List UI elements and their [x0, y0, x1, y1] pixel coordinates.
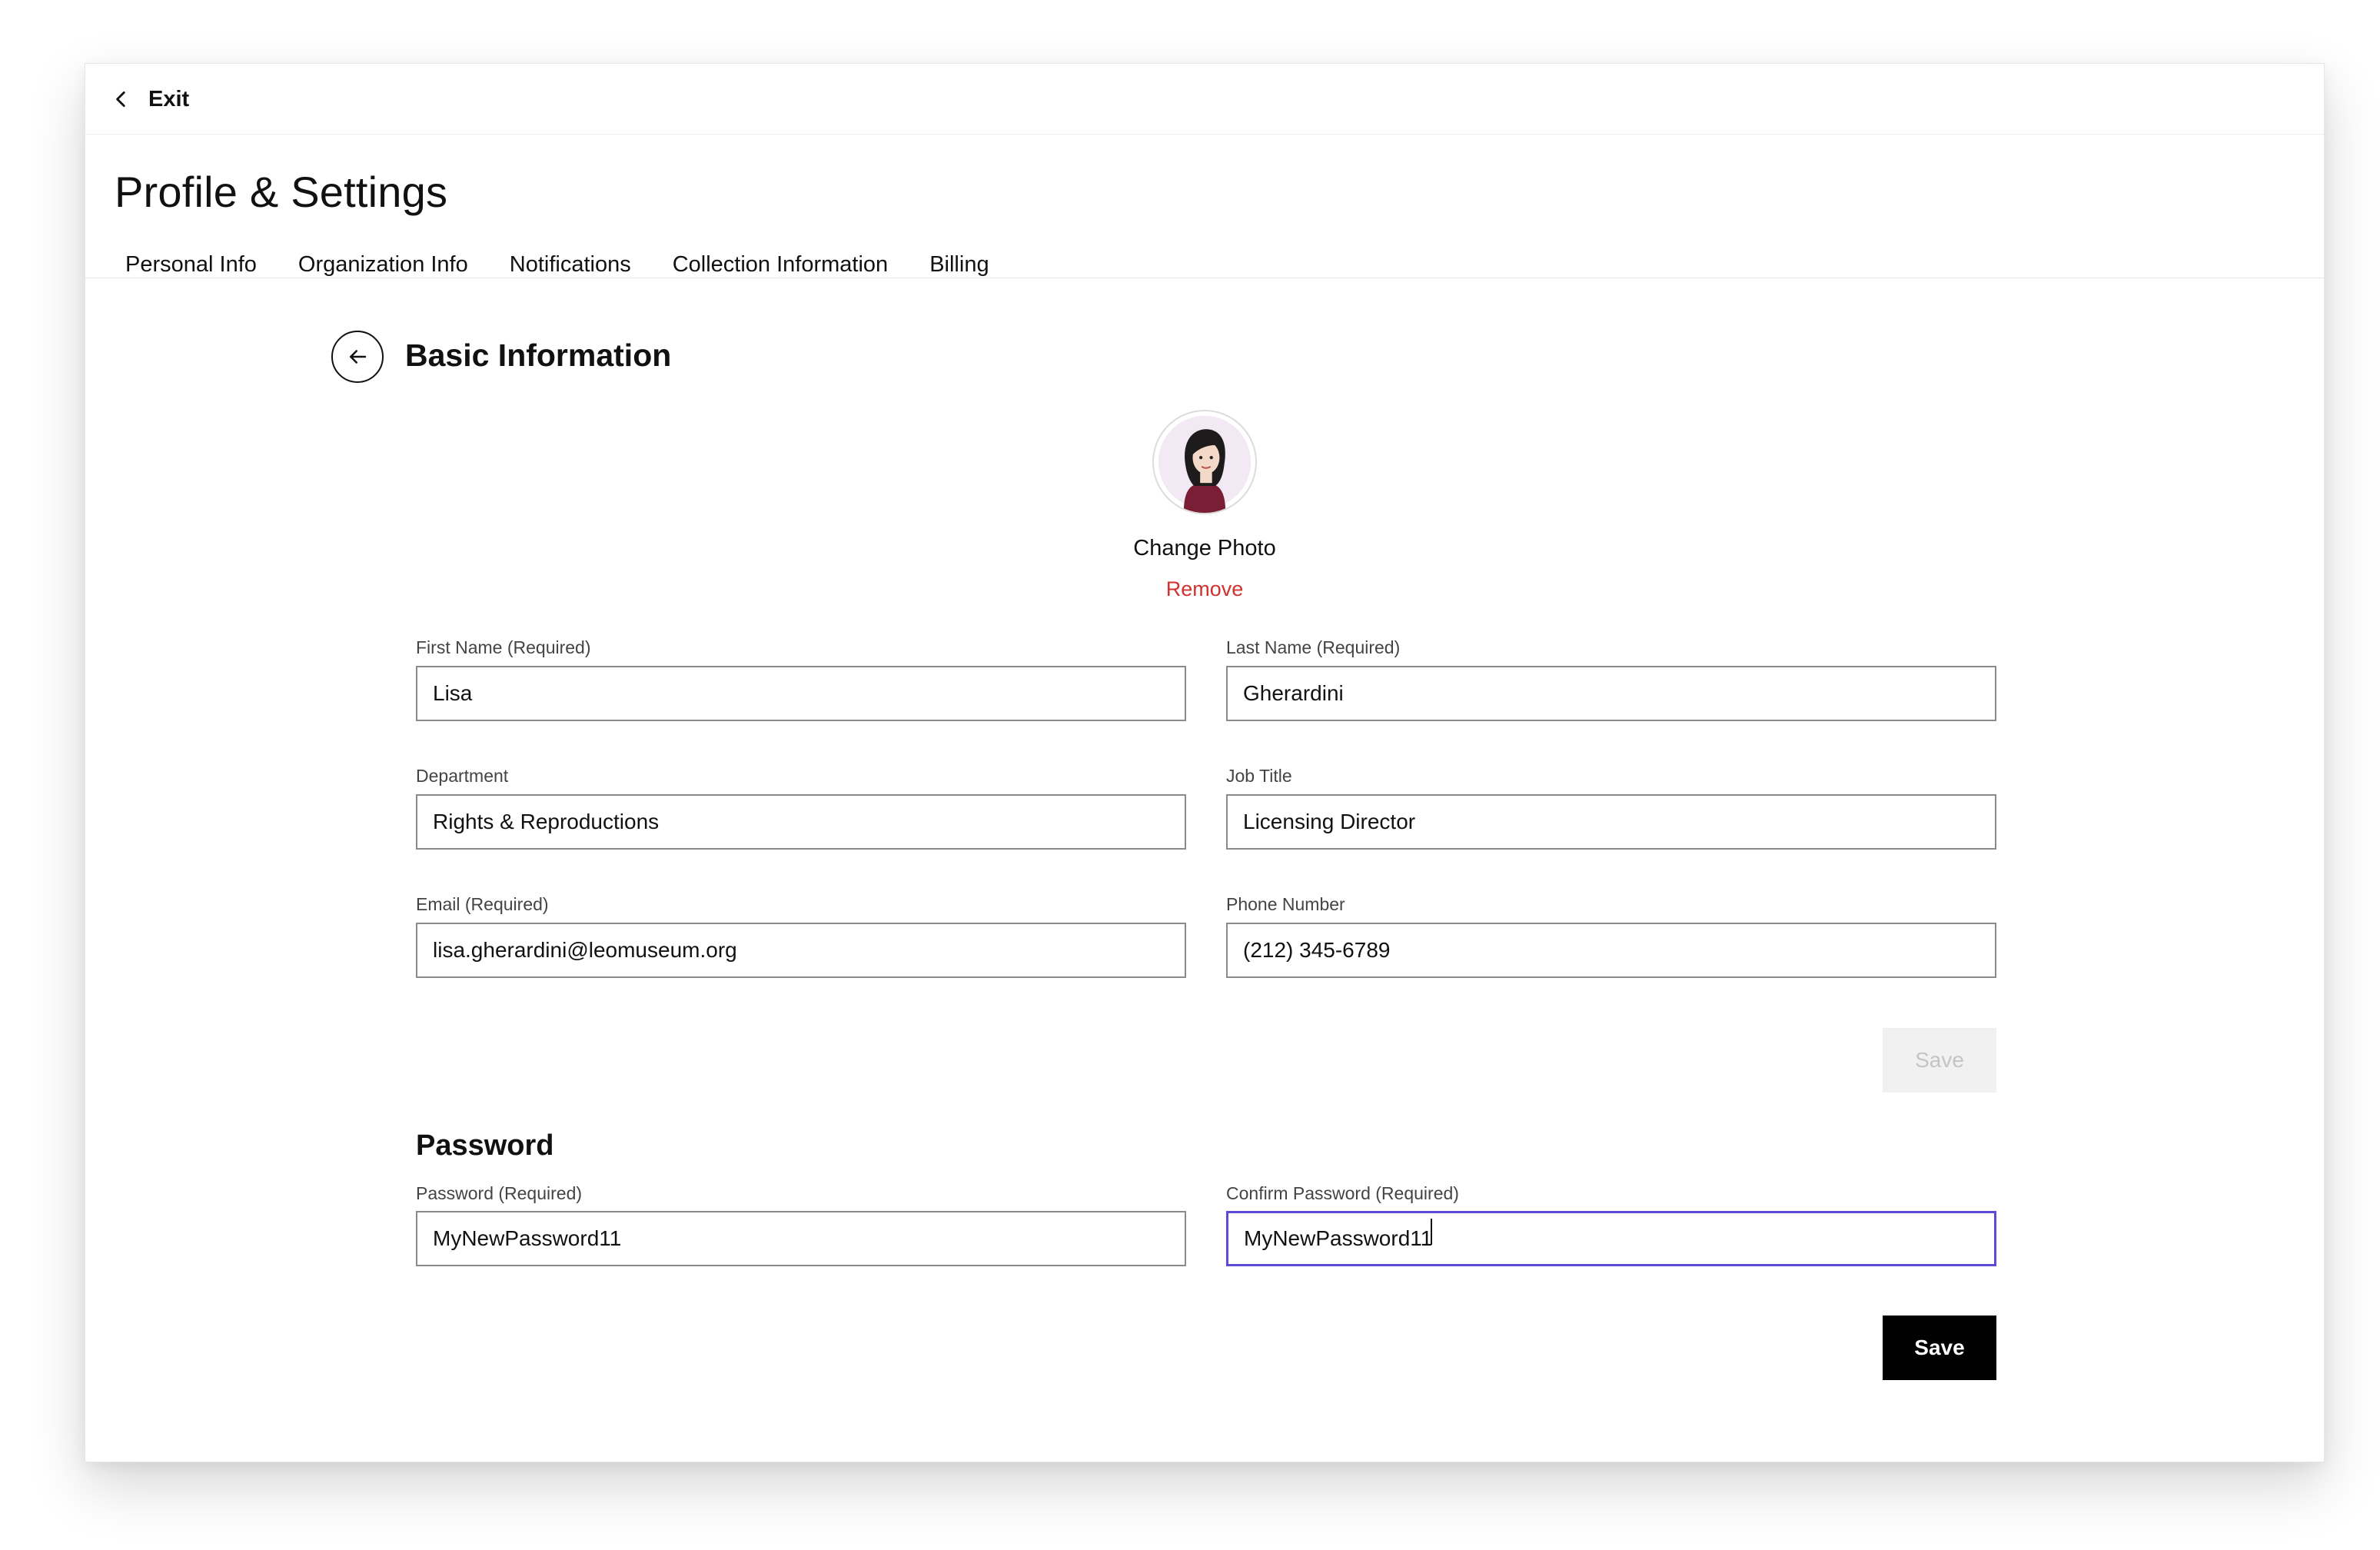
first-name-label: First Name (Required) [416, 637, 591, 657]
confirm-password-field[interactable] [1226, 1211, 1996, 1266]
avatar [1152, 410, 1257, 514]
job-title-field[interactable] [1226, 794, 1996, 850]
top-bar: Exit [85, 64, 2324, 135]
phone-label: Phone Number [1226, 894, 1345, 914]
password-section-title: Password [416, 1129, 554, 1162]
remove-photo-link[interactable]: Remove [1128, 577, 1281, 601]
email-label: Email (Required) [416, 894, 549, 914]
password-label: Password (Required) [416, 1183, 583, 1203]
page-title: Profile & Settings [115, 168, 448, 216]
first-name-field[interactable] [416, 666, 1186, 721]
email-field[interactable] [416, 923, 1186, 978]
department-label: Department [416, 766, 509, 786]
save-password-button[interactable]: Save [1883, 1316, 1996, 1380]
job-title-label: Job Title [1226, 766, 1292, 786]
chevron-left-icon [116, 91, 125, 108]
exit-label: Exit [148, 86, 190, 111]
last-name-field[interactable] [1226, 666, 1996, 721]
change-photo-link[interactable]: Change Photo [1051, 536, 1358, 561]
section-title: Basic Information [405, 338, 672, 373]
arrow-left-icon [350, 350, 367, 364]
phone-field[interactable] [1226, 923, 1996, 978]
save-basic-info-button[interactable]: Save [1883, 1028, 1996, 1093]
settings-window: Exit Profile & Settings Personal Info Or… [85, 63, 2325, 1462]
confirm-password-label: Confirm Password (Required) [1226, 1183, 1459, 1203]
avatar-illustration-icon [1158, 415, 1251, 513]
password-field[interactable] [416, 1211, 1186, 1266]
text-cursor [1431, 1219, 1432, 1245]
exit-button[interactable]: Exit [111, 84, 189, 115]
back-button[interactable] [331, 331, 384, 383]
last-name-label: Last Name (Required) [1226, 637, 1401, 657]
department-field[interactable] [416, 794, 1186, 850]
